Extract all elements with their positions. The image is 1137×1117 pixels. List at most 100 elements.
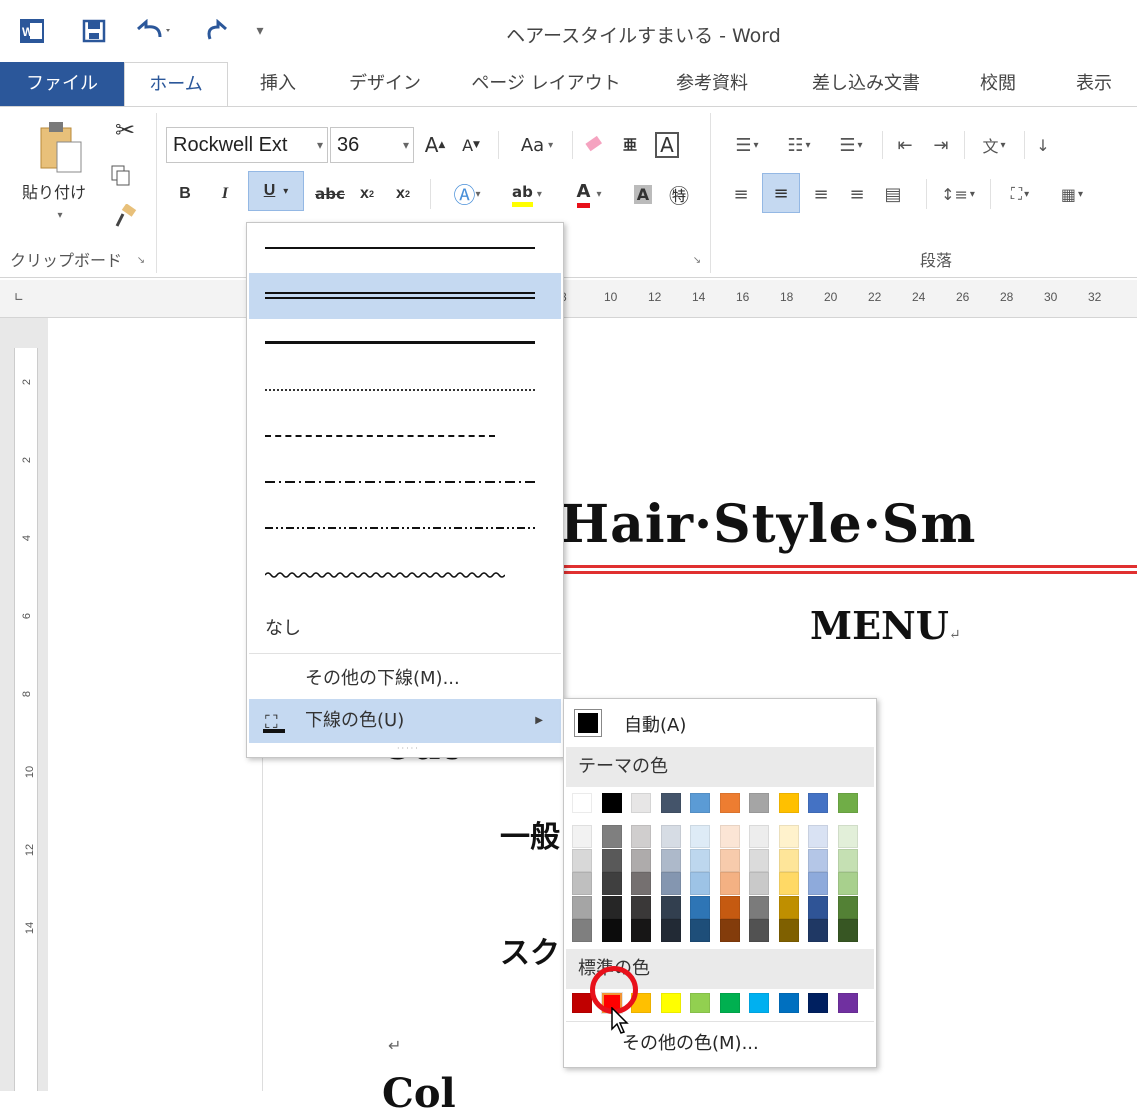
theme-shade-swatch[interactable] [601,919,622,942]
asian-layout-icon[interactable]: 文 ▾ [970,129,1018,161]
italic-button[interactable]: I [210,177,240,211]
underline-dotted[interactable] [249,367,561,413]
theme-shade-swatch[interactable] [719,848,740,872]
tab-page-layout[interactable]: ページ レイアウト [466,62,626,106]
menu-heading[interactable]: MENU↵ [810,603,961,648]
tab-file[interactable]: ファイル [0,62,124,106]
underline-button[interactable]: U ▾ [248,171,304,211]
theme-shade-swatch[interactable] [572,919,592,942]
theme-shade-swatch[interactable] [690,919,710,942]
standard-color-swatch[interactable] [660,993,681,1013]
theme-shade-swatch[interactable] [749,895,769,919]
tab-home[interactable]: ホーム [124,62,228,107]
paste-dropdown-icon[interactable]: ▾ [50,207,70,223]
standard-color-swatch[interactable] [572,993,592,1013]
underline-dash-dot[interactable] [249,459,561,505]
underline-dashed[interactable] [249,413,561,459]
theme-shade-swatch[interactable] [778,872,799,895]
theme-shade-swatch[interactable] [690,848,710,872]
theme-shade-swatch[interactable] [572,895,592,919]
character-shading-icon[interactable]: A [628,177,658,211]
more-colors-item[interactable]: その他の色(M)... [622,1029,759,1055]
document-title[interactable]: Hair·Style·Sm [560,494,976,555]
vertical-ruler[interactable]: 2 2 4 6 8 10 12 14 [0,318,48,1091]
theme-shade-swatch[interactable] [631,848,651,872]
shrink-font-icon[interactable]: A ▼ [456,129,486,161]
bullets-icon[interactable]: ☰ ▾ [724,129,770,161]
theme-shade-swatch[interactable] [690,825,710,848]
theme-shade-swatch[interactable] [808,872,828,895]
copy-icon[interactable] [104,159,138,193]
theme-shade-swatch[interactable] [631,825,651,848]
theme-shade-swatch[interactable] [778,825,799,848]
clear-formatting-icon[interactable] [578,129,610,161]
tab-selector-icon[interactable]: ∟ [14,290,32,308]
horizontal-ruler[interactable]: ∟ 8101214161820222426283032 [0,280,1137,318]
format-painter-icon[interactable] [108,199,142,233]
underline-dash-dot-dot[interactable] [249,505,561,551]
superscript-icon[interactable]: x2 [388,177,418,211]
more-underlines-item[interactable]: その他の下線(M)... [249,657,561,701]
theme-shade-swatch[interactable] [660,895,681,919]
change-case-button[interactable]: Aa ▾ [510,129,564,161]
theme-shade-swatch[interactable] [572,825,592,848]
theme-shade-swatch[interactable] [808,825,828,848]
theme-shade-swatch[interactable] [601,872,622,895]
decrease-indent-icon[interactable]: ⇤ [888,129,922,161]
underline-none[interactable]: なし [249,607,561,651]
theme-color-swatch[interactable] [749,793,769,813]
heading-color[interactable]: Col [382,1070,456,1117]
theme-shade-swatch[interactable] [837,919,858,942]
theme-shade-swatch[interactable] [749,872,769,895]
paste-icon[interactable] [30,117,90,177]
theme-color-swatch[interactable] [837,793,858,813]
theme-shade-swatch[interactable] [808,848,828,872]
align-right-icon[interactable]: ≡ [804,177,838,211]
theme-shade-swatch[interactable] [749,919,769,942]
theme-shade-swatch[interactable] [631,919,651,942]
tab-references[interactable]: 参考資料 [662,62,762,106]
standard-color-swatch[interactable] [778,993,799,1013]
enclose-characters-icon[interactable]: ㊕ [664,177,694,211]
distributed-icon[interactable]: ▤ [876,177,910,211]
theme-shade-swatch[interactable] [778,919,799,942]
numbering-icon[interactable]: ☷ ▾ [776,129,822,161]
theme-shade-swatch[interactable] [690,872,710,895]
text-effects-icon[interactable]: Ⓐ ▾ [440,177,494,211]
paste-button-label[interactable]: 貼り付け [6,179,102,203]
borders-icon[interactable]: ▦ ▾ [1048,177,1096,211]
theme-shade-swatch[interactable] [719,872,740,895]
highlight-color-icon[interactable]: ab ▾ [500,177,554,211]
automatic-color-item[interactable]: 自動(A) [568,703,872,743]
theme-shade-swatch[interactable] [808,895,828,919]
theme-shade-swatch[interactable] [601,825,622,848]
doc-line-general[interactable]: 一般 [500,812,560,856]
theme-color-swatch[interactable] [601,793,622,813]
theme-shade-swatch[interactable] [660,872,681,895]
align-left-icon[interactable]: ≡ [724,177,758,211]
multilevel-list-icon[interactable]: ☰ ▾ [828,129,874,161]
theme-color-swatch[interactable] [690,793,710,813]
theme-shade-swatch[interactable] [749,825,769,848]
underline-thick[interactable] [249,321,561,367]
standard-color-swatch[interactable] [719,993,740,1013]
standard-color-swatch[interactable] [808,993,828,1013]
theme-color-swatch[interactable] [631,793,651,813]
justify-icon[interactable]: ≡ [840,177,874,211]
theme-shade-swatch[interactable] [837,872,858,895]
resize-grip[interactable]: ····· [397,744,420,753]
tab-view[interactable]: 表示 [1064,62,1124,106]
standard-color-swatch[interactable] [837,993,858,1013]
theme-shade-swatch[interactable] [631,872,651,895]
theme-shade-swatch[interactable] [778,848,799,872]
grow-font-icon[interactable]: A ▲ [420,129,450,161]
doc-line-scalp[interactable]: スク [500,928,560,972]
tab-mailings[interactable]: 差し込み文書 [796,62,936,106]
theme-color-swatch[interactable] [808,793,828,813]
underline-wave[interactable] [249,551,561,597]
clipboard-launcher-icon[interactable]: ↘ [134,253,148,267]
strikethrough-button[interactable]: abc [310,177,350,211]
theme-shade-swatch[interactable] [808,919,828,942]
theme-color-swatch[interactable] [660,793,681,813]
theme-shade-swatch[interactable] [749,848,769,872]
